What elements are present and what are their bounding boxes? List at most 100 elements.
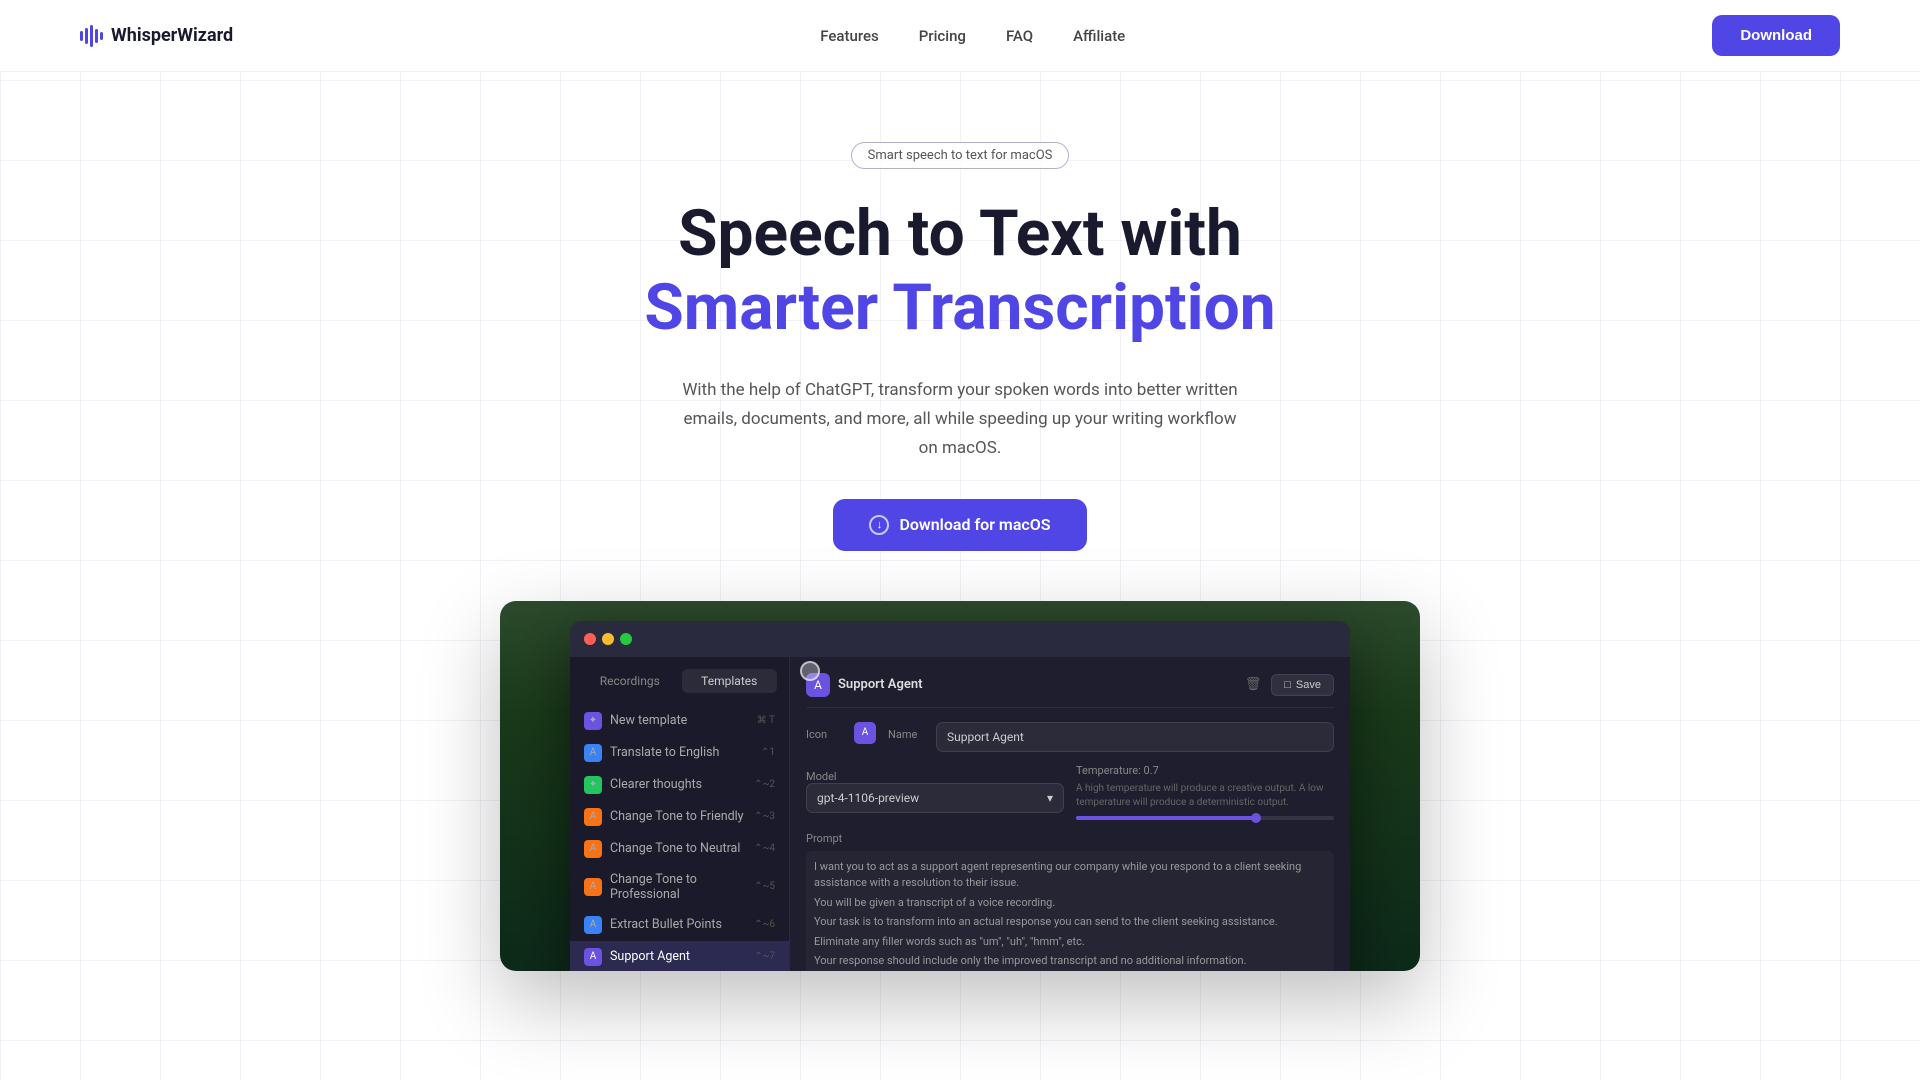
- name-input[interactable]: Support Agent: [936, 722, 1334, 752]
- sidebar-item-label: New template: [610, 713, 687, 728]
- sidebar-item-label: Change Tone to Neutral: [610, 841, 740, 856]
- sidebar-item-support[interactable]: A Support Agent ⌃~7: [570, 941, 789, 971]
- icon-name-row: Icon A Name Support Agent: [806, 722, 1334, 752]
- logo-link[interactable]: WhisperWizard: [80, 25, 233, 47]
- hero-subtitle: With the help of ChatGPT, transform your…: [680, 376, 1240, 463]
- tab-templates[interactable]: Templates: [682, 669, 778, 693]
- sidebar-item-clearer[interactable]: ✦ Clearer thoughts ⌃~2: [570, 769, 789, 801]
- mac-main-panel: A Support Agent 🗑 □ Save: [790, 657, 1350, 971]
- save-button[interactable]: □ Save: [1271, 674, 1334, 696]
- nav-faq[interactable]: FAQ: [1006, 27, 1033, 45]
- prompt-content[interactable]: I want you to act as a support agent rep…: [806, 851, 1334, 971]
- model-value: gpt-4-1106-preview: [817, 791, 919, 805]
- nav-download-button[interactable]: Download: [1712, 15, 1840, 56]
- neutral-icon: A: [584, 840, 602, 858]
- nav-pricing[interactable]: Pricing: [919, 27, 966, 45]
- hero-title-line2: Smarter Transcription: [644, 271, 1275, 345]
- model-temp-row: Model gpt-4-1106-preview ▾ Temperature: …: [806, 764, 1334, 820]
- nav-features[interactable]: Features: [820, 27, 878, 45]
- hero-section: Smart speech to text for macOS Speech to…: [0, 72, 1920, 601]
- download-icon: ↓: [869, 515, 889, 535]
- agent-icon: A: [806, 673, 830, 697]
- prompt-label: Prompt: [806, 832, 1334, 845]
- brand-name: WhisperWizard: [111, 25, 233, 46]
- sidebar-item-bullet[interactable]: A Extract Bullet Points ⌃~6: [570, 909, 789, 941]
- sidebar-item-friendly[interactable]: A Change Tone to Friendly ⌃~3: [570, 801, 789, 833]
- icon-input: A: [854, 722, 876, 744]
- logo-bar-3: [90, 25, 93, 47]
- model-label: Model: [806, 764, 1064, 783]
- temp-label: Temperature: 0.7: [1076, 764, 1334, 777]
- shortcut: ⌃~3: [754, 811, 775, 822]
- sidebar-item-label: Extract Bullet Points: [610, 917, 722, 932]
- mac-titlebar: [570, 621, 1350, 657]
- clearer-icon: ✦: [584, 776, 602, 794]
- prompt-line-2: You will be given a transcript of a voic…: [814, 895, 1326, 912]
- temp-slider[interactable]: [1076, 816, 1334, 820]
- professional-icon: A: [584, 878, 602, 896]
- shortcut: ⌃~5: [754, 881, 775, 892]
- navbar: WhisperWizard Features Pricing FAQ Affil…: [0, 0, 1920, 72]
- prompt-line-4: Eliminate any filler words such as "um",…: [814, 934, 1326, 951]
- sidebar-item-label: Support Agent: [610, 949, 690, 964]
- nav-links: Features Pricing FAQ Affiliate: [820, 26, 1125, 45]
- main-header: A Support Agent 🗑 □ Save: [806, 673, 1334, 708]
- trash-icon[interactable]: 🗑: [1245, 677, 1262, 692]
- sidebar-item-label: Change Tone to Friendly: [610, 809, 744, 824]
- temp-slider-fill: [1076, 816, 1257, 820]
- sidebar-item-label: Change Tone to Professional: [610, 872, 746, 902]
- app-background: Recordings Templates ✦ New template ⌘ T …: [500, 601, 1420, 971]
- sidebar-item-professional[interactable]: A Change Tone to Professional ⌃~5: [570, 865, 789, 909]
- shortcut: ⌃~4: [754, 843, 775, 854]
- name-label: Name: [888, 722, 924, 741]
- sidebar-item-neutral[interactable]: A Change Tone to Neutral ⌃~4: [570, 833, 789, 865]
- star-icon: ✦: [584, 712, 602, 730]
- bullet-icon: A: [584, 916, 602, 934]
- translate-icon: A: [584, 744, 602, 762]
- main-header-left: A Support Agent: [806, 673, 922, 697]
- hero-download-button[interactable]: ↓ Download for macOS: [833, 499, 1086, 551]
- hero-download-label: Download for macOS: [899, 515, 1050, 534]
- mac-content: Recordings Templates ✦ New template ⌘ T …: [570, 657, 1350, 971]
- temp-label-text: Temperature: 0.7: [1076, 764, 1159, 777]
- model-section: Model gpt-4-1106-preview ▾: [806, 764, 1064, 820]
- sidebar-item-label: Clearer thoughts: [610, 777, 702, 792]
- main-header-right: 🗑 □ Save: [1245, 674, 1334, 696]
- logo-bar-2: [85, 28, 88, 44]
- sidebar-item-label: Translate to English: [610, 745, 719, 760]
- sidebar-item-translate[interactable]: A Translate to English ⌃1: [570, 737, 789, 769]
- temp-desc: A high temperature will produce a creati…: [1076, 782, 1334, 810]
- temp-slider-thumb: [1251, 813, 1261, 823]
- prompt-line-3: Your task is to transform into an actual…: [814, 914, 1326, 931]
- hero-title-line1: Speech to Text with: [678, 196, 1242, 271]
- main-title: Support Agent: [838, 677, 922, 692]
- shortcut: ⌘ T: [757, 715, 775, 726]
- shortcut: ⌃1: [761, 747, 775, 758]
- model-select[interactable]: gpt-4-1106-preview ▾: [806, 783, 1064, 813]
- logo-bar-5: [100, 32, 103, 40]
- app-screenshot: Recordings Templates ✦ New template ⌘ T …: [500, 601, 1420, 971]
- logo-icon: [80, 25, 103, 47]
- icon-picker[interactable]: A: [854, 722, 876, 744]
- shortcut: ⌃~7: [754, 951, 775, 962]
- icon-label: Icon: [806, 722, 842, 741]
- logo-bar-1: [80, 31, 83, 41]
- nav-affiliate[interactable]: Affiliate: [1073, 27, 1125, 45]
- sidebar-item-new-template[interactable]: ✦ New template ⌘ T: [570, 705, 789, 737]
- save-icon: □: [1284, 679, 1291, 691]
- tab-recordings[interactable]: Recordings: [582, 669, 678, 693]
- mac-maximize-button[interactable]: [620, 633, 632, 645]
- chevron-down-icon: ▾: [1047, 791, 1053, 805]
- logo-bar-4: [95, 29, 98, 43]
- mac-close-button[interactable]: [584, 633, 596, 645]
- mac-minimize-button[interactable]: [602, 633, 614, 645]
- sidebar-tabs: Recordings Templates: [570, 669, 789, 693]
- hero-title: Speech to Text with Smarter Transcriptio…: [644, 197, 1275, 344]
- shortcut: ⌃~2: [754, 779, 775, 790]
- prompt-line-5: Your response should include only the im…: [814, 953, 1326, 970]
- mac-window: Recordings Templates ✦ New template ⌘ T …: [570, 621, 1350, 971]
- mac-sidebar: Recordings Templates ✦ New template ⌘ T …: [570, 657, 790, 971]
- friendly-icon: A: [584, 808, 602, 826]
- temperature-section: Temperature: 0.7 A high temperature will…: [1076, 764, 1334, 820]
- support-icon: A: [584, 948, 602, 966]
